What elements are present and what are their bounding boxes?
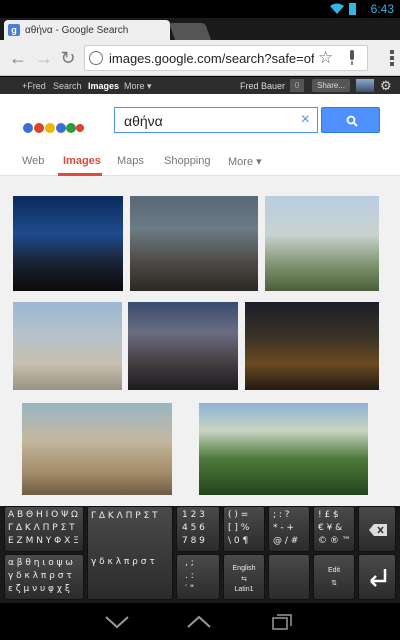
image-result[interactable] <box>22 403 172 495</box>
battery-icon <box>349 3 356 15</box>
image-result[interactable] <box>13 196 123 291</box>
enter-icon <box>370 569 387 587</box>
gbar-item-search[interactable]: Search <box>53 81 82 91</box>
key-row: ′ " <box>185 584 195 594</box>
arrows-icon: ⇆ <box>241 576 247 583</box>
clear-icon[interactable]: × <box>301 111 310 129</box>
key-row: € ¥ & <box>318 523 343 533</box>
key-row: α β θ η ι ο ψ ω <box>8 558 73 568</box>
key-row: , ; <box>185 558 194 568</box>
key-row: Γ Δ Κ Λ Π Ρ Σ Τ <box>8 523 75 533</box>
key-group-numbers[interactable]: 1 2 3 4 5 6 7 8 9 <box>176 506 220 552</box>
key-row: . : <box>185 571 194 581</box>
google-favicon-icon: g <box>8 24 20 36</box>
key-row: ; : ? <box>273 510 290 520</box>
lang-latin1: Latin1 <box>234 586 254 593</box>
address-bar: ← → ↻ images.google.com/search?safe=off&… <box>0 40 400 76</box>
key-row: Α Β Θ Η Ι Ο Ψ Ω <box>8 510 78 520</box>
hide-keyboard-icon[interactable] <box>104 615 130 629</box>
key-row: ! £ $ <box>318 510 339 520</box>
key-group-punct[interactable]: , ; . : ′ " <box>176 554 220 600</box>
language-switch-key[interactable]: English ⇆ Latin1 <box>223 554 265 600</box>
key-group-greek-lower[interactable]: α β θ η ι ο ψ ω γ δ κ λ π ρ σ τ ε ζ μ ν … <box>4 554 84 600</box>
key-row: © ® ™ <box>318 536 351 546</box>
avatar[interactable] <box>356 79 374 92</box>
share-button[interactable]: Share... <box>312 79 350 92</box>
notification-count[interactable]: 0 <box>290 79 304 92</box>
browser-tab-active[interactable]: g αθήνα - Google Search <box>4 20 170 40</box>
key-group-greek-upper[interactable]: Α Β Θ Η Ι Ο Ψ Ω Γ Δ Κ Λ Π Ρ Σ Τ Ε Ζ Μ Ν … <box>4 506 84 552</box>
image-result[interactable] <box>13 302 122 390</box>
key-row: ( ) = <box>228 510 249 520</box>
key-row: Ε Ζ Μ Ν Υ Φ Χ Ξ <box>8 536 79 546</box>
google-doodle-logo[interactable] <box>22 116 84 140</box>
image-result[interactable] <box>128 302 238 390</box>
search-query[interactable]: αθήνα <box>124 113 163 129</box>
greek-keyboard: Α Β Θ Η Ι Ο Ψ Ω Γ Δ Κ Λ Π Ρ Σ Τ Ε Ζ Μ Ν … <box>0 506 400 603</box>
home-icon[interactable] <box>186 615 212 629</box>
search-icon <box>346 115 358 127</box>
key-row: γ δ κ λ π ρ σ τ <box>91 557 155 567</box>
tab-more[interactable]: More ▾ <box>228 155 262 168</box>
backspace-icon <box>369 524 387 536</box>
key-row: \ 0 ¶ <box>228 536 249 546</box>
user-name[interactable]: Fred Bauer <box>240 81 285 91</box>
tab-maps[interactable]: Maps <box>117 155 144 167</box>
tab-images[interactable]: Images <box>63 155 101 167</box>
gbar-item-images[interactable]: Images <box>88 81 119 91</box>
google-bar: +Fred Search Images More ▾ Fred Bauer 0 … <box>0 77 400 94</box>
gbar-item-fred[interactable]: +Fred <box>22 81 46 91</box>
search-tabs: Web Images Maps Shopping More ▾ <box>0 146 400 176</box>
status-bar: 6:43 <box>0 0 400 18</box>
key-row: @ / # <box>273 536 299 546</box>
key-row: 1 2 3 <box>182 510 205 520</box>
key-group-symbols-2[interactable]: ; : ? * - + @ / # <box>268 506 310 552</box>
lang-english: English <box>232 565 256 572</box>
new-tab-button[interactable] <box>168 23 212 40</box>
image-result[interactable] <box>199 403 368 495</box>
key-group-greek-extra[interactable]: Γ Δ Κ Λ Π Ρ Σ Τ γ δ κ λ π ρ σ τ <box>87 506 173 600</box>
image-result[interactable] <box>265 196 379 291</box>
key-row: ε ζ μ ν υ φ χ ξ <box>8 584 70 594</box>
gbar-item-more[interactable]: More ▾ <box>124 81 152 92</box>
enter-key[interactable] <box>358 554 396 600</box>
arrows-icon: ⇅ <box>331 580 337 587</box>
url-field[interactable]: images.google.com/search?safe=off&biw=60… <box>84 45 368 71</box>
image-result[interactable] <box>130 196 258 291</box>
tab-title: αθήνα - Google Search <box>25 24 129 36</box>
key-row: γ δ κ λ π ρ σ τ <box>8 571 72 581</box>
key-row: [ ] % <box>228 523 250 533</box>
mic-icon[interactable] <box>347 50 357 66</box>
key-row: 4 5 6 <box>182 523 205 533</box>
star-icon[interactable]: ☆ <box>318 48 333 68</box>
gear-icon[interactable]: ⚙ <box>380 78 392 94</box>
globe-icon <box>89 51 103 65</box>
space-key[interactable] <box>268 554 310 600</box>
tab-web[interactable]: Web <box>22 155 44 167</box>
search-button[interactable] <box>321 107 380 133</box>
wifi-icon <box>330 3 344 14</box>
image-results-grid <box>0 176 400 506</box>
key-group-symbols-1[interactable]: ( ) = [ ] % \ 0 ¶ <box>223 506 265 552</box>
forward-icon[interactable]: → <box>34 48 54 68</box>
edit-label: Edit <box>327 567 341 574</box>
search-input[interactable]: αθήνα × <box>114 107 318 133</box>
recent-apps-icon[interactable] <box>272 614 292 630</box>
backspace-key[interactable] <box>358 506 396 552</box>
key-group-symbols-3[interactable]: ! £ $ € ¥ & © ® ™ <box>313 506 355 552</box>
edit-key[interactable]: Edit ⇅ <box>313 554 355 600</box>
key-row: * - + <box>273 523 295 533</box>
back-icon[interactable]: ← <box>8 48 28 68</box>
overflow-menu-icon[interactable] <box>390 50 394 68</box>
tab-strip: g αθήνα - Google Search <box>0 18 400 40</box>
status-clock: 6:43 <box>370 2 394 16</box>
system-nav-bar <box>0 603 400 640</box>
key-row: 7 8 9 <box>182 536 205 546</box>
key-row: Γ Δ Κ Λ Π Ρ Σ Τ <box>91 511 158 521</box>
reload-icon[interactable]: ↻ <box>58 48 78 68</box>
url-text[interactable]: images.google.com/search?safe=off&biw=60… <box>109 51 314 66</box>
image-result[interactable] <box>245 302 379 390</box>
search-results-page: αθήνα × Web Images Maps Shopping More ▾ <box>0 94 400 506</box>
tab-shopping[interactable]: Shopping <box>164 155 211 167</box>
